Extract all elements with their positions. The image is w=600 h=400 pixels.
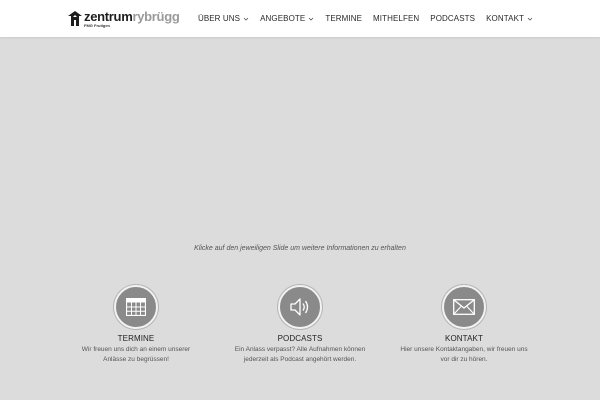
feature-termine[interactable]: TERMINE Wir freuen uns dich an einem uns… — [66, 285, 206, 365]
feature-text: Wir freuen uns dich an einem unserer Anl… — [81, 346, 191, 363]
feature-title: KONTAKT — [445, 334, 483, 343]
nav-label: PODCASTS — [430, 14, 476, 23]
logo-word-rybrugg: rybrügg — [132, 9, 180, 24]
feature-title: PODCASTS — [277, 334, 323, 343]
chevron-down-icon — [309, 17, 314, 21]
logo-word-zentrum: zentrum — [84, 9, 133, 24]
feature-text: Ein Anlass verpasst? Alle Aufnahmen könn… — [234, 346, 366, 363]
nav-item-mithelfen[interactable]: MITHELFEN — [373, 14, 419, 23]
feature-text: Hier unsere Kontaktangaben, wir freuen u… — [400, 346, 528, 363]
site-header: zentrumrybrügg FMG Frutigen ÜBER UNS ANG… — [0, 0, 600, 37]
feature-podcasts[interactable]: PODCASTS Ein Anlass verpasst? Alle Aufna… — [230, 285, 370, 365]
speaker-icon — [290, 298, 309, 316]
feature-kontakt[interactable]: KONTAKT Hier unsere Kontaktangaben, wir … — [394, 285, 534, 365]
nav-item-termine[interactable]: TERMINE — [325, 14, 362, 23]
main-nav: ÜBER UNS ANGEBOTE TERMINE MITHELFEN PODC… — [198, 0, 533, 37]
logo-mark-icon — [68, 11, 82, 26]
nav-label: MITHELFEN — [373, 14, 420, 23]
nav-item-angebote[interactable]: ANGEBOTE — [260, 14, 314, 23]
slider-area[interactable]: Klicke auf den jeweiligen Slide um weite… — [0, 37, 600, 400]
calendar-grid-icon — [126, 298, 146, 316]
nav-label: ANGEBOTE — [260, 14, 306, 23]
nav-item-podcasts[interactable]: PODCASTS — [430, 14, 475, 23]
nav-label: TERMINE — [325, 14, 363, 23]
envelope-icon — [453, 299, 475, 315]
nav-label: ÜBER UNS — [197, 14, 241, 23]
logo-subtitle: FMG Frutigen — [84, 23, 110, 28]
chevron-down-icon — [527, 17, 533, 21]
feature-icon-circle — [114, 285, 158, 329]
nav-label: KONTAKT — [486, 14, 524, 23]
slider-hint: Klicke auf den jeweiligen Slide um weite… — [194, 245, 406, 252]
feature-title: TERMINE — [117, 334, 155, 343]
chevron-down-icon — [243, 17, 249, 21]
logo-wordmark: zentrumrybrügg — [84, 9, 180, 24]
feature-icon-circle — [278, 285, 322, 329]
nav-item-kontakt[interactable]: KONTAKT — [486, 14, 533, 23]
nav-item-ueber-uns[interactable]: ÜBER UNS — [198, 14, 249, 23]
feature-icon-circle — [442, 285, 486, 329]
